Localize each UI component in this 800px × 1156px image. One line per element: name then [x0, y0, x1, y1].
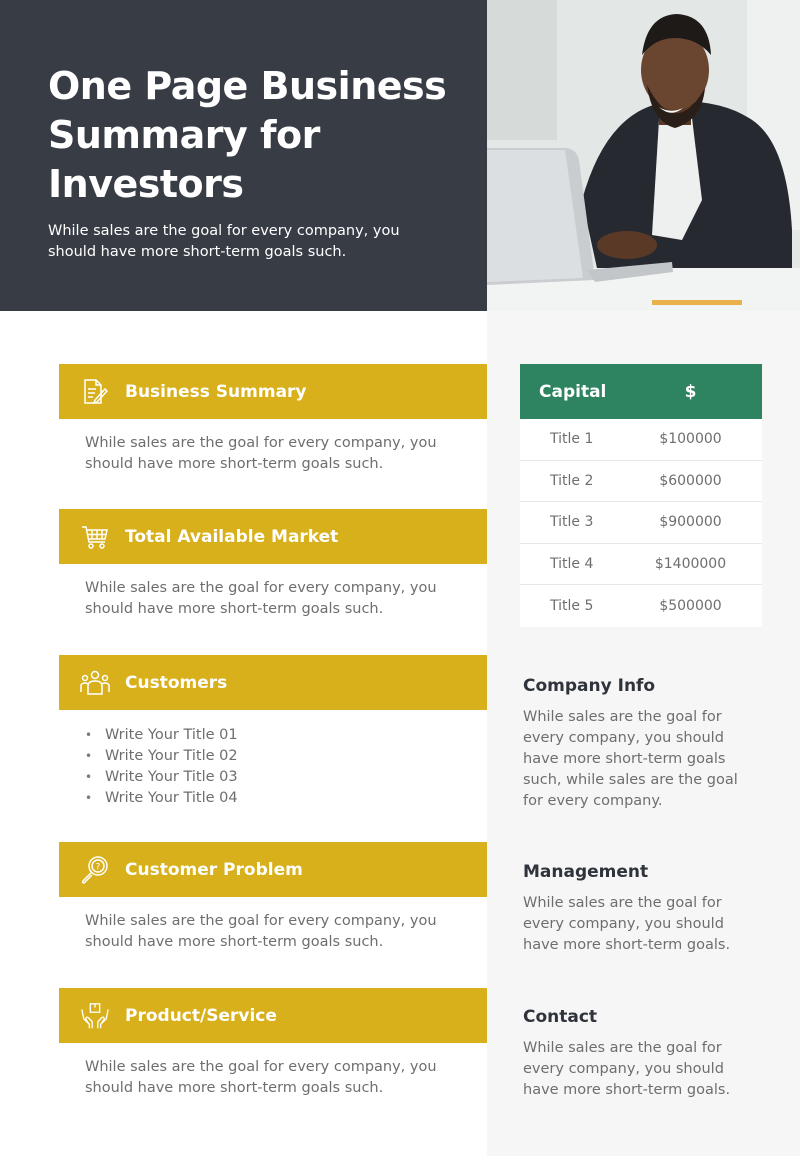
management-block: Management While sales are the goal for … — [523, 861, 753, 956]
section-business-summary: Business Summary While sales are the goa… — [59, 364, 487, 475]
capital-table: Capital $ Title 1 $100000 Title 2 $60000… — [520, 364, 762, 627]
section-title: Product/Service — [125, 1005, 277, 1026]
section-text: While sales are the goal for every compa… — [85, 1059, 437, 1096]
section-title: Customer Problem — [125, 859, 303, 880]
photo-illustration — [487, 0, 800, 311]
column-header-amount: $ — [684, 381, 697, 402]
contact-block: Contact While sales are the goal for eve… — [523, 1006, 753, 1101]
section-header: Business Summary — [59, 364, 487, 419]
info-text: While sales are the goal for every compa… — [523, 1040, 731, 1098]
info-title: Company Info — [523, 676, 656, 696]
info-title: Management — [523, 862, 649, 882]
table-row: Title 5 $500000 — [520, 585, 762, 627]
section-customers: Customers Write Your Title 01 Write Your… — [59, 655, 487, 809]
table-header: Capital $ — [520, 364, 762, 419]
column-header-capital: Capital — [539, 381, 607, 402]
list-item: Write Your Title 03 — [85, 767, 487, 788]
section-total-available-market: Total Available Market While sales are t… — [59, 509, 487, 620]
list-item: Write Your Title 02 — [85, 746, 487, 767]
row-amount: $500000 — [659, 598, 722, 615]
section-customer-problem: ? Customer Problem While sales are the g… — [59, 842, 487, 953]
document-edit-icon — [80, 377, 110, 407]
list-item: Write Your Title 01 — [85, 725, 487, 746]
shopping-cart-icon — [80, 522, 110, 552]
row-title: Title 5 — [550, 598, 594, 615]
row-amount: $900000 — [659, 514, 722, 531]
section-header: Product/Service — [59, 988, 487, 1043]
magnifier-question-icon: ? — [80, 855, 110, 885]
row-title: Title 2 — [550, 472, 594, 489]
info-title: Contact — [523, 1007, 598, 1027]
info-text: While sales are the goal for every compa… — [523, 895, 731, 953]
svg-text:?: ? — [96, 862, 101, 872]
row-title: Title 1 — [550, 431, 594, 448]
table-row: Title 4 $1400000 — [520, 543, 762, 586]
section-text: While sales are the goal for every compa… — [85, 580, 437, 617]
table-row: Title 1 $100000 — [520, 419, 762, 461]
row-title: Title 4 — [550, 556, 594, 573]
row-amount: $1400000 — [654, 556, 727, 573]
list-item: Write Your Title 04 — [85, 788, 487, 809]
row-amount: $600000 — [659, 472, 722, 489]
company-info-block: Company Info While sales are the goal fo… — [523, 675, 753, 812]
page-title: One Page Business Summary for Investors — [48, 64, 447, 206]
row-amount: $100000 — [659, 431, 722, 448]
section-header: Total Available Market — [59, 509, 487, 564]
people-group-icon — [80, 668, 110, 698]
section-product-service: Product/Service While sales are the goal… — [59, 988, 487, 1099]
row-title: Title 3 — [550, 514, 594, 531]
table-row: Title 2 $600000 — [520, 460, 762, 503]
hands-box-icon — [80, 1001, 110, 1031]
section-header: Customers — [59, 655, 487, 710]
header-panel: One Page Business Summary for Investors … — [0, 0, 487, 311]
page-subtitle: While sales are the goal for every compa… — [48, 223, 400, 260]
section-title: Customers — [125, 672, 228, 693]
section-text: While sales are the goal for every compa… — [85, 435, 437, 472]
section-title: Business Summary — [125, 381, 307, 402]
customer-list: Write Your Title 01 Write Your Title 02 … — [59, 710, 487, 809]
table-row: Title 3 $900000 — [520, 502, 762, 544]
man-smiling-at-laptop-photo — [487, 0, 800, 311]
section-title: Total Available Market — [125, 526, 339, 547]
section-text: While sales are the goal for every compa… — [85, 913, 437, 950]
section-header: ? Customer Problem — [59, 842, 487, 897]
info-text: While sales are the goal for every compa… — [523, 709, 738, 809]
